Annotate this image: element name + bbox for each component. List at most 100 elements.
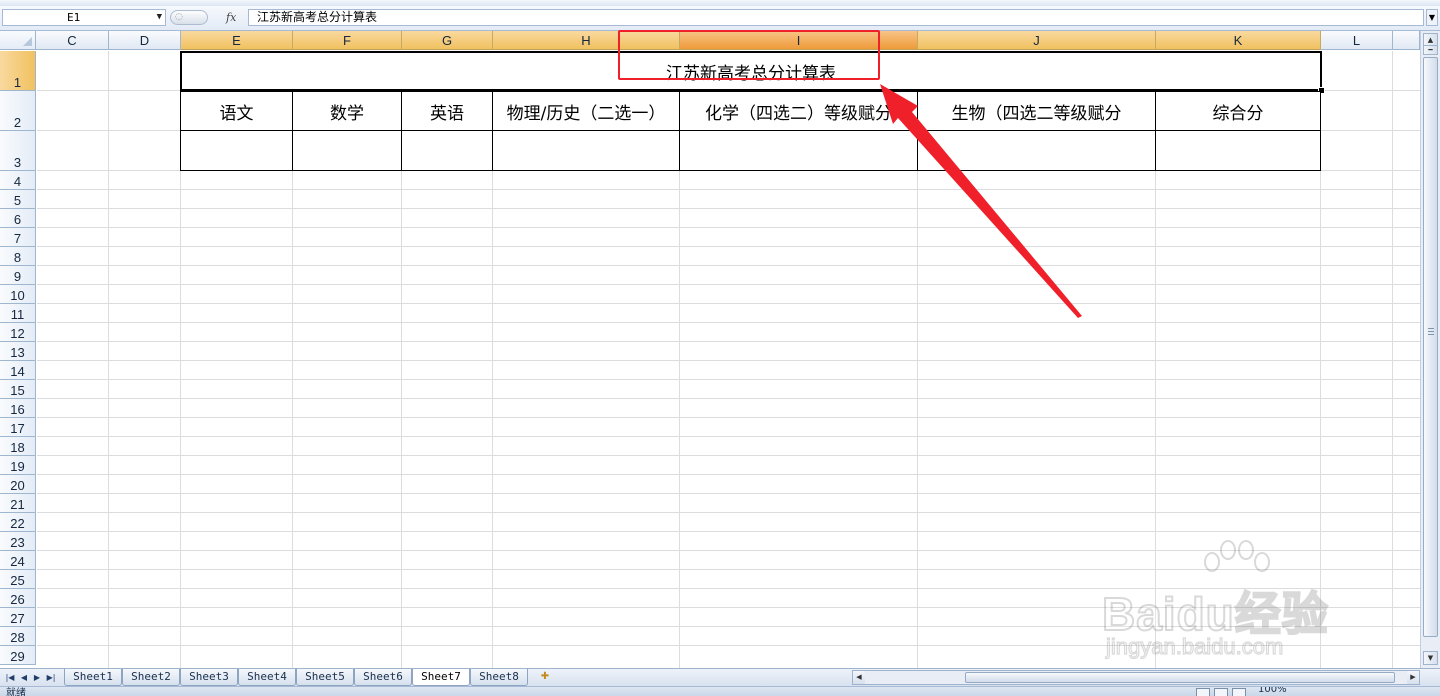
- row-header-26[interactable]: 26: [0, 589, 36, 608]
- sheet-tab-1[interactable]: Sheet1: [64, 669, 122, 686]
- gridline: [37, 284, 1420, 285]
- data-cell[interactable]: [492, 130, 680, 171]
- sheet-tab-2[interactable]: Sheet2: [122, 669, 180, 686]
- name-box-value: E1: [67, 11, 81, 24]
- gridline: [37, 398, 1420, 399]
- gridline: [37, 265, 1420, 266]
- horizontal-scroll-thumb[interactable]: [965, 672, 1395, 683]
- sheet-tab-6[interactable]: Sheet6: [354, 669, 412, 686]
- formula-bar: E1 ▼ ◌ fx 江苏新高考总分计算表 ▼: [0, 6, 1440, 31]
- row-header-22[interactable]: 22: [0, 513, 36, 532]
- row-header-14[interactable]: 14: [0, 361, 36, 380]
- column-header-d[interactable]: D: [109, 31, 181, 50]
- row-header-24[interactable]: 24: [0, 551, 36, 570]
- horizontal-scrollbar[interactable]: ◀ ▶: [852, 670, 1420, 685]
- column-header-m[interactable]: [1393, 31, 1420, 50]
- row-header-11[interactable]: 11: [0, 304, 36, 323]
- row-header-25[interactable]: 25: [0, 570, 36, 589]
- scroll-down-button[interactable]: ▼: [1423, 651, 1438, 665]
- header-cell-chinese[interactable]: 语文: [180, 91, 293, 131]
- formula-cancel-icon[interactable]: ◌: [170, 10, 208, 25]
- sheet-tab-5[interactable]: Sheet5: [296, 669, 354, 686]
- gridline: [37, 379, 1420, 380]
- vertical-scrollbar[interactable]: ▲ ━ ▼: [1420, 31, 1440, 668]
- row-header-17[interactable]: 17: [0, 418, 36, 437]
- row-header-8[interactable]: 8: [0, 247, 36, 266]
- baidu-watermark: Baidu经验 jingyan.baidu.com: [1101, 540, 1372, 665]
- row-header-29[interactable]: 29: [0, 646, 36, 665]
- column-header-g[interactable]: G: [402, 31, 493, 50]
- last-sheet-icon[interactable]: ▶|: [45, 671, 57, 684]
- data-cell[interactable]: [679, 130, 918, 171]
- scroll-left-button[interactable]: ◀: [853, 671, 865, 684]
- sheet-tab-7[interactable]: Sheet7: [412, 669, 470, 686]
- header-cell-math[interactable]: 数学: [292, 91, 402, 131]
- row-header-20[interactable]: 20: [0, 475, 36, 494]
- zoom-level[interactable]: 100%: [1258, 687, 1287, 695]
- data-cell[interactable]: [180, 130, 293, 171]
- chevron-down-icon[interactable]: ▼: [157, 10, 162, 25]
- next-sheet-icon[interactable]: ▶: [31, 671, 43, 684]
- data-cell[interactable]: [917, 130, 1156, 171]
- gridline: [37, 341, 1420, 342]
- scroll-right-button[interactable]: ▶: [1407, 671, 1419, 684]
- sheet-tab-8[interactable]: Sheet8: [470, 669, 528, 686]
- row-header-15[interactable]: 15: [0, 380, 36, 399]
- gridline: [37, 512, 1420, 513]
- row-header-4[interactable]: 4: [0, 171, 36, 190]
- column-header-j[interactable]: J: [918, 31, 1156, 50]
- vertical-scroll-thumb[interactable]: [1423, 57, 1438, 637]
- row-header-7[interactable]: 7: [0, 228, 36, 247]
- sheet-tab-3[interactable]: Sheet3: [180, 669, 238, 686]
- gridline: [37, 436, 1420, 437]
- prev-sheet-icon[interactable]: ◀: [18, 671, 30, 684]
- sheet-tab-4[interactable]: Sheet4: [238, 669, 296, 686]
- row-header-21[interactable]: 21: [0, 494, 36, 513]
- row-header-28[interactable]: 28: [0, 627, 36, 646]
- header-cell-biology[interactable]: 生物（四选二等级赋分: [917, 91, 1156, 131]
- gridline: [37, 455, 1420, 456]
- row-header-16[interactable]: 16: [0, 399, 36, 418]
- gridline: [37, 531, 1420, 532]
- row-header-1[interactable]: 1: [0, 51, 36, 91]
- row-header-2[interactable]: 2: [0, 91, 36, 131]
- first-sheet-icon[interactable]: |◀: [4, 671, 16, 684]
- header-cell-total[interactable]: 综合分: [1155, 91, 1321, 131]
- row-header-13[interactable]: 13: [0, 342, 36, 361]
- gridline: [37, 360, 1420, 361]
- gridline: [37, 208, 1420, 209]
- name-box[interactable]: E1 ▼: [2, 9, 166, 26]
- row-header-23[interactable]: 23: [0, 532, 36, 551]
- column-header-e[interactable]: E: [181, 31, 293, 50]
- row-header-12[interactable]: 12: [0, 323, 36, 342]
- gridline: [37, 303, 1420, 304]
- header-cell-physics-history[interactable]: 物理/历史（二选一）: [492, 91, 680, 131]
- row-header-5[interactable]: 5: [0, 190, 36, 209]
- column-header-c[interactable]: C: [36, 31, 109, 50]
- formula-buttons: ◌ fx: [170, 9, 246, 26]
- insert-sheet-icon[interactable]: ✚: [538, 671, 552, 683]
- row-header-27[interactable]: 27: [0, 608, 36, 627]
- row-header-3[interactable]: 3: [0, 131, 36, 171]
- column-header-k[interactable]: K: [1156, 31, 1321, 50]
- row-header-9[interactable]: 9: [0, 266, 36, 285]
- column-header-l[interactable]: L: [1321, 31, 1393, 50]
- data-cell[interactable]: [292, 130, 402, 171]
- split-handle[interactable]: ━: [1423, 45, 1438, 55]
- formula-input[interactable]: 江苏新高考总分计算表: [248, 9, 1424, 26]
- header-cell-english[interactable]: 英语: [401, 91, 493, 131]
- gridline: [37, 322, 1420, 323]
- expand-formula-bar-button[interactable]: ▼: [1426, 9, 1438, 26]
- data-cell[interactable]: [1155, 130, 1321, 171]
- header-cell-chemistry[interactable]: 化学（四选二）等级赋分: [679, 91, 918, 131]
- insert-function-icon[interactable]: fx: [226, 11, 236, 24]
- row-header-6[interactable]: 6: [0, 209, 36, 228]
- row-header-19[interactable]: 19: [0, 456, 36, 475]
- row-header-10[interactable]: 10: [0, 285, 36, 304]
- annotation-highlight-box: [618, 30, 880, 80]
- column-header-f[interactable]: F: [293, 31, 402, 50]
- data-cell[interactable]: [401, 130, 493, 171]
- select-all-button[interactable]: [0, 31, 36, 50]
- row-header-18[interactable]: 18: [0, 437, 36, 456]
- gridline: [37, 189, 1420, 190]
